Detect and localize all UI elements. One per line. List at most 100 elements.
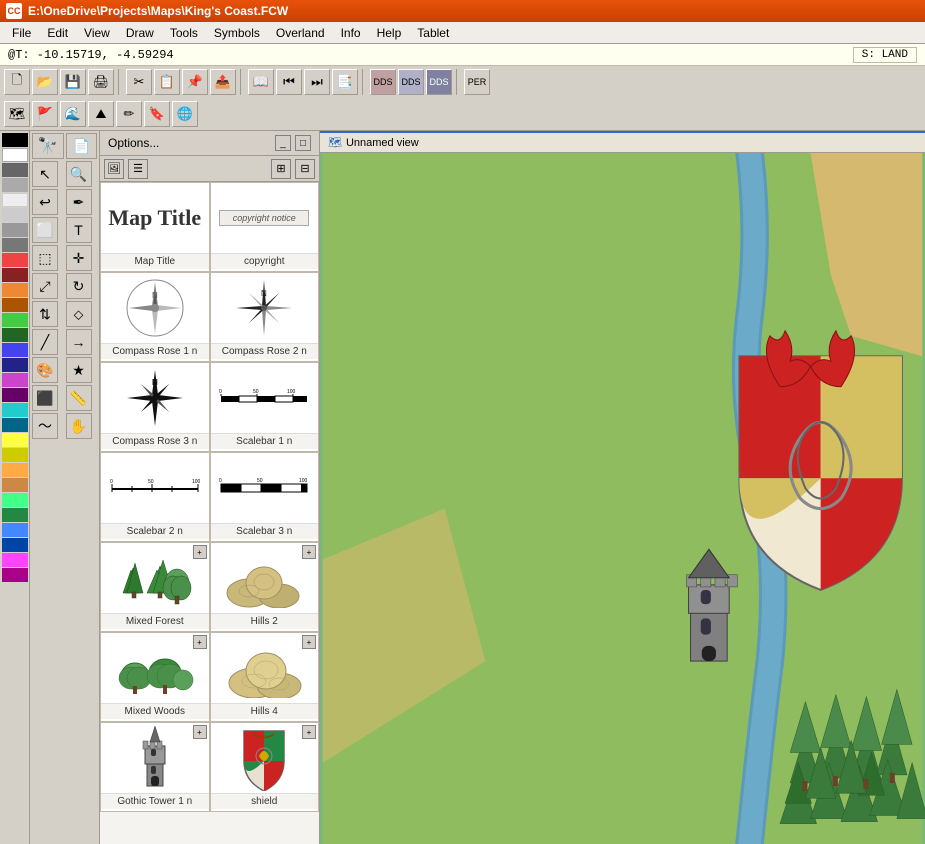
tb-book-button[interactable]: 📖: [248, 69, 274, 95]
sp-node-icon[interactable]: ⬦: [66, 301, 92, 327]
tb-bookmark-button[interactable]: 🔖: [144, 101, 170, 127]
tb-print-button[interactable]: 🖨: [88, 69, 114, 95]
menu-info[interactable]: Info: [333, 24, 369, 42]
swatch-green[interactable]: [2, 313, 28, 327]
sp-zoom-icon[interactable]: 🔍: [66, 161, 92, 187]
tb-globe-button[interactable]: 🌐: [172, 101, 198, 127]
tb-next-button[interactable]: ⏭: [304, 69, 330, 95]
panel-maximize-btn[interactable]: □: [295, 135, 311, 151]
menu-file[interactable]: File: [4, 24, 39, 42]
menu-edit[interactable]: Edit: [39, 24, 76, 42]
sp-arrow-icon[interactable]: →: [66, 329, 92, 355]
tb-open-button[interactable]: 📂: [32, 69, 58, 95]
swatch-lightgreen[interactable]: [2, 493, 28, 507]
tb-cut-button[interactable]: ✂: [126, 69, 152, 95]
tb-flag-button[interactable]: 🚩: [32, 101, 58, 127]
menu-overland[interactable]: Overland: [268, 24, 333, 42]
menu-tablet[interactable]: Tablet: [409, 24, 457, 42]
symbol-grid-container[interactable]: Map Title Map Title copyright notice cop…: [100, 182, 319, 844]
sp-eraser-icon[interactable]: ⬜: [32, 217, 58, 243]
swatch-cyan[interactable]: [2, 403, 28, 417]
symbol-scalebar2[interactable]: 0 50 100 Scalebar 2 n: [100, 452, 210, 542]
map-canvas[interactable]: [320, 153, 925, 844]
symbol-copyright[interactable]: copyright notice copyright: [210, 182, 320, 272]
sp-pen-icon[interactable]: ✒: [66, 189, 92, 215]
swatch-medblue[interactable]: [2, 538, 28, 552]
tb-map-button[interactable]: 🗺: [4, 101, 30, 127]
menu-tools[interactable]: Tools: [162, 24, 206, 42]
swatch-darkred[interactable]: [2, 268, 28, 282]
symbol-hills2[interactable]: + Hills 2: [210, 542, 320, 632]
sp-color-pick-icon[interactable]: 🎨: [32, 357, 58, 383]
swatch-black[interactable]: [2, 133, 28, 147]
tb-mountain-button[interactable]: ⛰: [88, 101, 114, 127]
swatch-midgreen[interactable]: [2, 508, 28, 522]
sp-move-icon[interactable]: ✛: [66, 245, 92, 271]
swatch-yellow[interactable]: [2, 433, 28, 447]
sym-panel-grid-btn[interactable]: ⊞: [271, 159, 291, 179]
swatch-gray3[interactable]: [2, 208, 28, 222]
sp-view-btn[interactable]: 🔭: [32, 133, 64, 159]
swatch-red[interactable]: [2, 253, 28, 267]
swatch-darkgreen[interactable]: [2, 328, 28, 342]
swatch-blue[interactable]: [2, 343, 28, 357]
tb-dds-button[interactable]: DDS: [370, 69, 396, 95]
tb-coast-button[interactable]: 🌊: [60, 101, 86, 127]
tb-pages-button[interactable]: 📑: [332, 69, 358, 95]
menu-symbols[interactable]: Symbols: [206, 24, 268, 42]
swatch-gray4[interactable]: [2, 223, 28, 237]
symbol-mixed-woods[interactable]: +: [100, 632, 210, 722]
tb-new-button[interactable]: 🗋: [4, 69, 30, 95]
sp-select-icon[interactable]: ⬚: [32, 245, 58, 271]
sp-bezier-icon[interactable]: 〜: [32, 413, 58, 439]
swatch-lightgray[interactable]: [2, 193, 28, 207]
symbol-gothic-tower[interactable]: +: [100, 722, 210, 812]
sp-measure-icon[interactable]: 📏: [66, 385, 92, 411]
symbol-scalebar1[interactable]: 0 50 100 Scalebar 1 n: [210, 362, 320, 452]
swatch-tan[interactable]: [2, 478, 28, 492]
swatch-lightorange[interactable]: [2, 463, 28, 477]
symbol-compass1[interactable]: N Compass Rose 1 n: [100, 272, 210, 362]
swatch-darkyellow[interactable]: [2, 448, 28, 462]
tb-per-button[interactable]: PER: [464, 69, 490, 95]
tb-dds3-button[interactable]: DDS: [426, 69, 452, 95]
swatch-gray1[interactable]: [2, 163, 28, 177]
symbol-hills4[interactable]: + Hills 4: [210, 632, 320, 722]
sp-rotate-icon[interactable]: ↻: [66, 273, 92, 299]
swatch-darkcyan[interactable]: [2, 418, 28, 432]
tb-save-button[interactable]: 💾: [60, 69, 86, 95]
symbol-compass3[interactable]: N Compass Rose 3 n: [100, 362, 210, 452]
swatch-purple[interactable]: [2, 373, 28, 387]
menu-draw[interactable]: Draw: [118, 24, 162, 42]
tb-export-button[interactable]: 📤: [210, 69, 236, 95]
swatch-brown[interactable]: [2, 298, 28, 312]
sp-box-icon[interactable]: ⬛: [32, 385, 58, 411]
symbol-shield[interactable]: +: [210, 722, 320, 812]
symbol-mixed-forest[interactable]: +: [100, 542, 210, 632]
sp-line-icon[interactable]: ╱: [32, 329, 58, 355]
sym-panel-list-btn[interactable]: ☰: [128, 159, 148, 179]
tb-dds2-button[interactable]: DDS: [398, 69, 424, 95]
tb-pencil-button[interactable]: ✏: [116, 101, 142, 127]
swatch-magenta[interactable]: [2, 568, 28, 582]
swatch-white[interactable]: [2, 148, 28, 162]
sp-pointer-icon[interactable]: ↖: [32, 161, 58, 187]
sp-hand-icon[interactable]: ✋: [66, 413, 92, 439]
sym-panel-img-btn[interactable]: 🖼: [104, 159, 124, 179]
tb-copy-button[interactable]: 📋: [154, 69, 180, 95]
menu-view[interactable]: View: [76, 24, 118, 42]
tb-paste-button[interactable]: 📌: [182, 69, 208, 95]
sym-panel-sort-btn[interactable]: ⊟: [295, 159, 315, 179]
symbol-map-title[interactable]: Map Title Map Title: [100, 182, 210, 272]
symbol-scalebar3[interactable]: 0 50 100 Scalebar 3 n: [210, 452, 320, 542]
swatch-gray5[interactable]: [2, 238, 28, 252]
swatch-lightblue[interactable]: [2, 523, 28, 537]
menu-help[interactable]: Help: [369, 24, 410, 42]
symbol-compass2[interactable]: N Compass Rose 2 n: [210, 272, 320, 362]
sp-flip-icon[interactable]: ⇅: [32, 301, 58, 327]
sp-undo-icon[interactable]: ↩: [32, 189, 58, 215]
swatch-darkblue[interactable]: [2, 358, 28, 372]
swatch-pink[interactable]: [2, 553, 28, 567]
sp-sym-icon[interactable]: ★: [66, 357, 92, 383]
panel-minimize-btn[interactable]: _: [275, 135, 291, 151]
